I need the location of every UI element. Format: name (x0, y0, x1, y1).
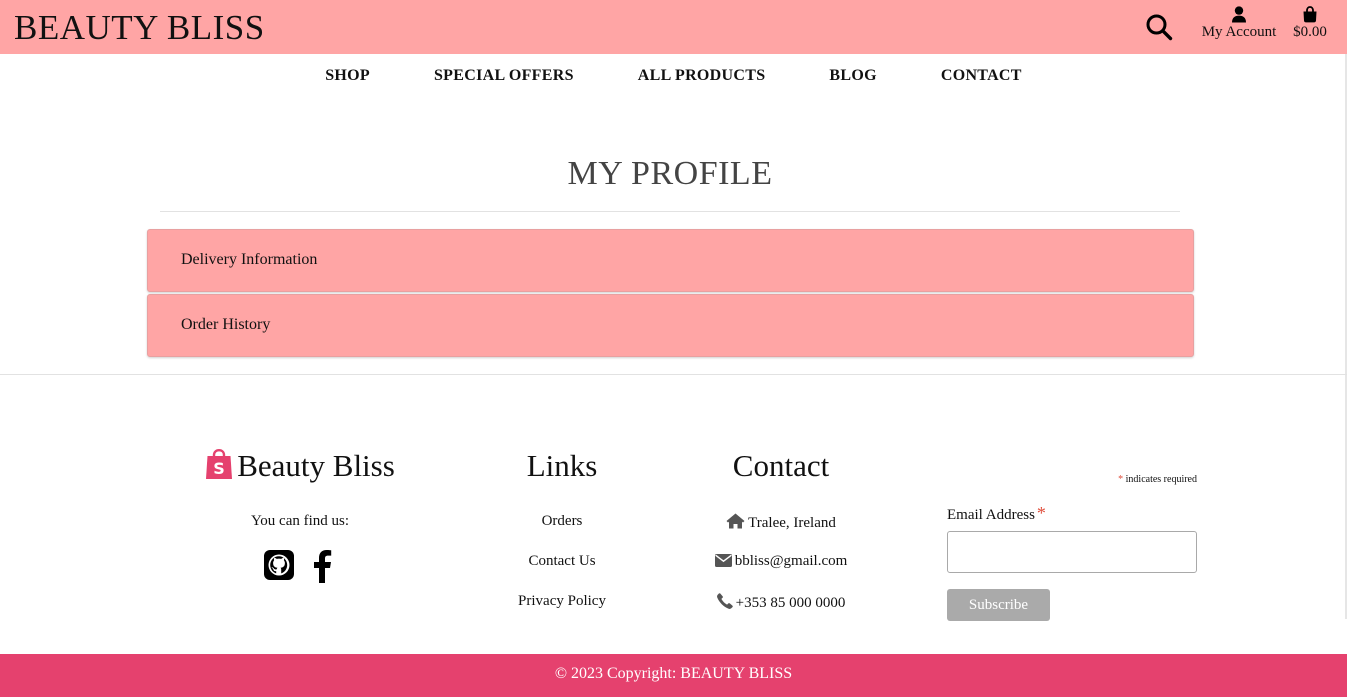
my-account-button[interactable]: My Account (1196, 6, 1282, 41)
footer-brand: S Beauty Bliss (160, 448, 440, 484)
main-nav: SHOP SPECIAL OFFERS ALL PRODUCTS BLOG CO… (0, 54, 1347, 100)
delivery-information-panel[interactable]: Delivery Information (147, 229, 1194, 292)
contact-heading: Contact (732, 448, 830, 483)
bag-total: $0.00 (1293, 24, 1327, 40)
newsletter-email-input[interactable] (947, 531, 1197, 573)
home-icon (726, 513, 745, 529)
top-header: BEAUTY BLISS My Account $0.00 (0, 0, 1347, 54)
footer-link-contact-us[interactable]: Contact Us (462, 553, 662, 570)
footer-brand-name: Beauty Bliss (237, 448, 395, 483)
links-heading: Links (526, 448, 598, 483)
order-history-label: Order History (181, 316, 271, 333)
nav-all-products[interactable]: ALL PRODUCTS (638, 67, 766, 85)
phone-icon (716, 593, 733, 609)
social-links (264, 549, 344, 583)
required-star: * (1118, 474, 1124, 485)
shopping-bag-icon (1303, 6, 1317, 23)
email-address-label: Email Address * (947, 503, 1046, 524)
footer-divider (0, 374, 1347, 375)
contact-phone: +353 85 000 0000 (660, 593, 902, 612)
find-us-text: You can find us: (250, 513, 350, 529)
page-title: MY PROFILE (567, 155, 773, 192)
nav-shop[interactable]: SHOP (325, 67, 370, 85)
subscribe-button[interactable]: Subscribe (947, 589, 1050, 621)
nav-special-offers[interactable]: SPECIAL OFFERS (434, 67, 574, 85)
search-icon (1146, 14, 1173, 41)
shopify-bag-icon: S (206, 449, 233, 479)
order-history-panel[interactable]: Order History (147, 294, 1194, 357)
contact-email: bbliss@gmail.com (660, 553, 902, 570)
required-note-text: indicates required (1125, 474, 1197, 485)
contact-email-text: bbliss@gmail.com (734, 553, 848, 569)
footer-link-orders[interactable]: Orders (462, 513, 662, 530)
facebook-icon[interactable] (312, 549, 332, 583)
shopping-bag-button[interactable]: $0.00 (1288, 6, 1332, 41)
contact-address: Tralee, Ireland (660, 513, 902, 532)
email-address-label-text: Email Address (947, 507, 1035, 523)
contact-phone-text: +353 85 000 0000 (735, 595, 846, 611)
svg-text:S: S (213, 459, 225, 478)
email-required-star: * (1036, 503, 1046, 523)
user-icon (1232, 6, 1246, 23)
required-note: * indicates required (1000, 474, 1197, 485)
title-divider (160, 211, 1180, 212)
github-icon[interactable] (264, 550, 294, 580)
delivery-information-label: Delivery Information (181, 251, 318, 268)
nav-contact[interactable]: CONTACT (941, 67, 1022, 85)
envelope-icon (714, 554, 732, 567)
copyright-bar: © 2023 Copyright: BEAUTY BLISS (0, 654, 1347, 697)
my-account-label: My Account (1201, 24, 1277, 40)
nav-blog[interactable]: BLOG (829, 67, 876, 85)
search-button[interactable] (1145, 13, 1173, 41)
footer-link-privacy-policy[interactable]: Privacy Policy (462, 593, 662, 610)
contact-address-text: Tralee, Ireland (748, 515, 836, 531)
brand-logo-link[interactable]: BEAUTY BLISS (14, 8, 265, 48)
